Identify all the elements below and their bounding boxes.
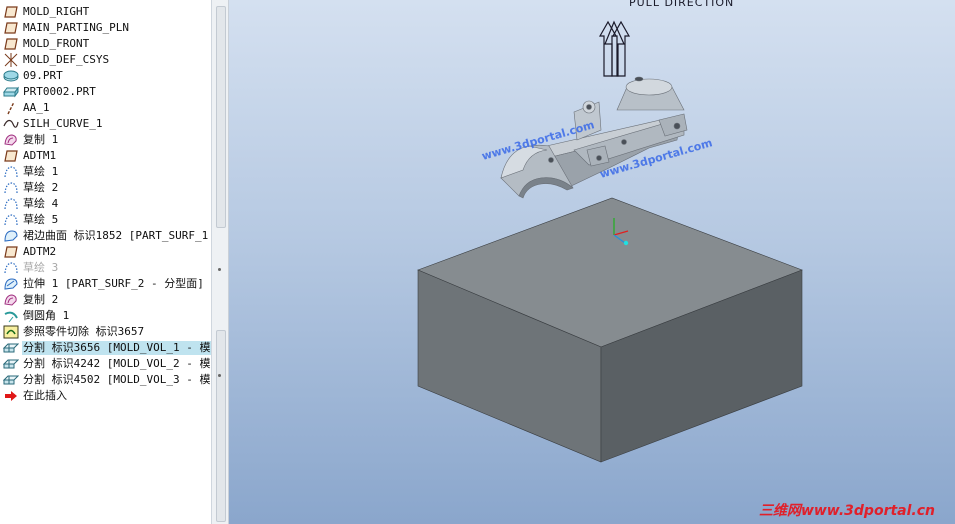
- csys-icon: [0, 52, 22, 68]
- datum-plane-icon: [0, 4, 22, 20]
- curve-icon: [0, 116, 22, 132]
- tree-item-label: 09.PRT: [23, 69, 63, 82]
- sketch-icon: [0, 180, 22, 196]
- tree-item[interactable]: 草绘 5: [0, 212, 211, 228]
- datum-axis-icon: [0, 100, 22, 116]
- sketch-icon: [0, 260, 22, 276]
- workpiece-block: [417, 197, 803, 463]
- tree-item[interactable]: 复制 2: [0, 292, 211, 308]
- tree-item[interactable]: 09.PRT: [0, 68, 211, 84]
- tree-item-label: 分割 标识3656 [MOLD_VOL_1 - 模具: [22, 341, 211, 355]
- pull-direction-arrow-icon: [598, 20, 631, 77]
- sketch-icon: [0, 212, 22, 228]
- tree-item[interactable]: MOLD_RIGHT: [0, 4, 211, 20]
- tree-item[interactable]: 复制 1: [0, 132, 211, 148]
- copy-surface-icon: [0, 132, 22, 148]
- tree-item-label: 拉伸 1 [PART_SURF_2 - 分型面]: [23, 277, 204, 290]
- tree-item-label: MAIN_PARTING_PLN: [23, 21, 129, 34]
- tree-item[interactable]: 倒圆角 1: [0, 308, 211, 324]
- tree-item-label: 在此插入: [23, 389, 67, 402]
- tree-item[interactable]: 参照零件切除 标识3657: [0, 324, 211, 340]
- graphics-viewport[interactable]: PULL DIRECTION www.3dportal.com www.3dpo…: [229, 0, 955, 524]
- tree-item-label: 倒圆角 1: [23, 309, 70, 322]
- tree-item-label: MOLD_FRONT: [23, 37, 90, 50]
- tree-item-label: 裙边曲面 标识1852 [PART_SURF_1: [23, 229, 209, 242]
- tree-item[interactable]: MOLD_FRONT: [0, 36, 211, 52]
- split-icon: [0, 356, 22, 372]
- tree-item-label: AA_1: [23, 101, 50, 114]
- insert-here-arrow-icon: [0, 388, 22, 404]
- tree-item[interactable]: ADTM2: [0, 244, 211, 260]
- tree-item-label: ADTM1: [23, 149, 57, 162]
- tree-item[interactable]: PRT0002.PRT: [0, 84, 211, 100]
- tree-item[interactable]: 草绘 4: [0, 196, 211, 212]
- model-scene: www.3dportal.com www.3dportal.com: [417, 20, 803, 463]
- tree-item-label: 复制 2: [23, 293, 59, 306]
- tree-item-label: MOLD_RIGHT: [23, 5, 90, 18]
- tree-item-label: 草绘 5: [23, 213, 59, 226]
- split-icon: [0, 372, 22, 388]
- model-tree[interactable]: MOLD_RIGHT MAIN_PARTING_PLN MOLD_FRONT MOLD…: [0, 0, 212, 524]
- tree-item[interactable]: 草绘 2: [0, 180, 211, 196]
- datum-plane-icon: [0, 36, 22, 52]
- sash-grip-top: [218, 268, 221, 271]
- split-icon: [0, 340, 22, 356]
- workpiece-icon: [0, 84, 22, 100]
- tree-item[interactable]: 裙边曲面 标识1852 [PART_SURF_1: [0, 228, 211, 244]
- round-icon: [0, 308, 22, 324]
- datum-plane-icon: [0, 148, 22, 164]
- copy-surface-icon: [0, 292, 22, 308]
- tree-item-label: 分割 标识4502 [MOLD_VOL_3 - 模具: [23, 373, 212, 386]
- tree-item[interactable]: ADTM1: [0, 148, 211, 164]
- tree-item-label: 草绘 3: [23, 261, 59, 274]
- tree-item-label: 参照零件切除 标识3657: [23, 325, 145, 338]
- tree-item-label: ADTM2: [23, 245, 57, 258]
- tree-item-label: SILH_CURVE_1: [23, 117, 103, 130]
- tree-item[interactable]: MOLD_DEF_CSYS: [0, 52, 211, 68]
- panel-splitter[interactable]: [212, 0, 229, 524]
- skirt-surface-icon: [0, 228, 22, 244]
- tree-item-label: MOLD_DEF_CSYS: [23, 53, 110, 66]
- sketch-icon: [0, 164, 22, 180]
- tree-item-label: 分割 标识4242 [MOLD_VOL_2 - 模具: [23, 357, 212, 370]
- tree-item[interactable]: AA_1: [0, 100, 211, 116]
- watermark-cn: 三维网: [758, 503, 801, 519]
- tree-item[interactable]: 在此插入: [0, 388, 211, 404]
- tree-item-label: 复制 1: [23, 133, 59, 146]
- tree-item[interactable]: 草绘 1: [0, 164, 211, 180]
- tree-item[interactable]: SILH_CURVE_1: [0, 116, 211, 132]
- tree-item[interactable]: MAIN_PARTING_PLN: [0, 20, 211, 36]
- sash-handle-bottom[interactable]: [216, 330, 226, 522]
- tree-item-label: 草绘 2: [23, 181, 59, 194]
- watermark-url: www.3dportal.cn: [800, 503, 935, 519]
- sketch-icon: [0, 196, 22, 212]
- datum-plane-icon: [0, 244, 22, 260]
- part-icon: [0, 68, 22, 84]
- site-watermark: 三维网www.3dportal.cn: [759, 500, 935, 520]
- tree-item[interactable]: 拉伸 1 [PART_SURF_2 - 分型面]: [0, 276, 211, 292]
- tree-item[interactable]: 草绘 3: [0, 260, 211, 276]
- extrude-icon: [0, 276, 22, 292]
- tree-item[interactable]: 分割 标识4502 [MOLD_VOL_3 - 模具: [0, 372, 211, 388]
- tree-item-label: 草绘 4: [23, 197, 59, 210]
- sash-handle-top[interactable]: [216, 6, 226, 228]
- tree-item[interactable]: 分割 标识4242 [MOLD_VOL_2 - 模具: [0, 356, 211, 372]
- tree-item-label: PRT0002.PRT: [23, 85, 96, 98]
- datum-plane-icon: [0, 20, 22, 36]
- ref-part-cutout-icon: [0, 324, 22, 340]
- tree-item-label: 草绘 1: [23, 165, 59, 178]
- sash-grip-bottom: [218, 374, 221, 377]
- tree-item[interactable]: 分割 标识3656 [MOLD_VOL_1 - 模具: [0, 340, 211, 356]
